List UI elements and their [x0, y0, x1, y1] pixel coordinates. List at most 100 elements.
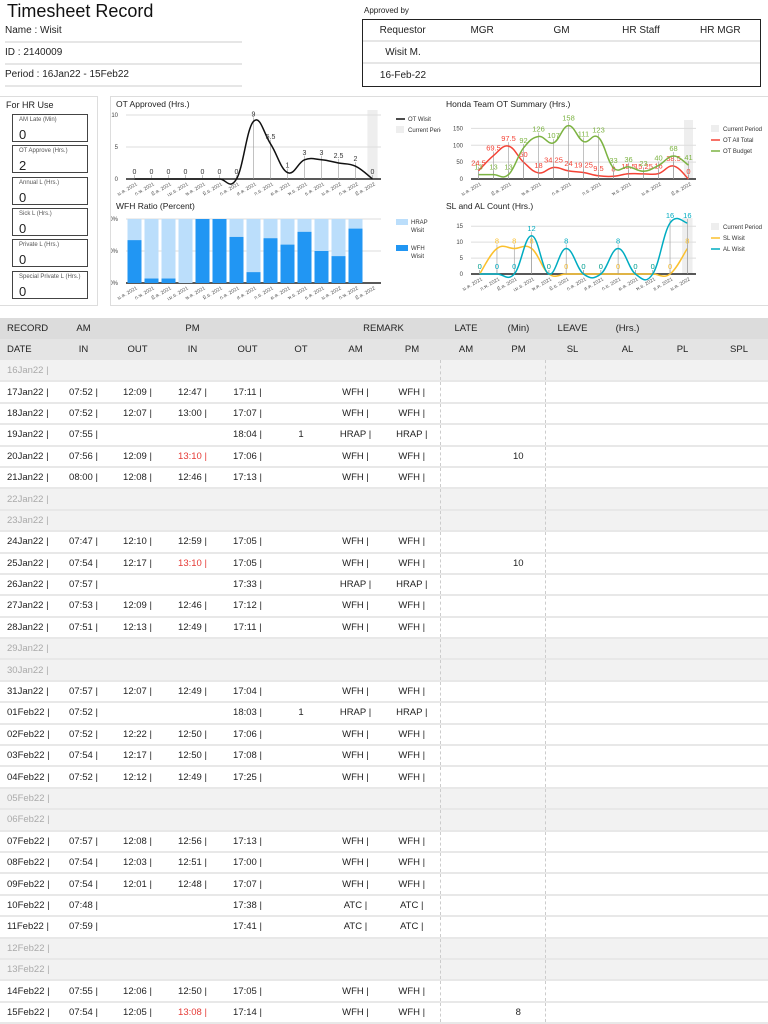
cell-am-out [110, 702, 165, 725]
table-row: 04Feb22 | 07:52 | 12:12 | 12:49 | 17:25 | WFH… [0, 766, 768, 789]
cell-pm-in: 12:48 | [165, 873, 220, 896]
ot-approved-chart: 0510ม.ค. 2021ก.พ. 2021มี.ค. 2021เม.ย. 20… [111, 110, 441, 198]
hr-field[interactable]: Annual L (Hrs.) 0 [12, 176, 88, 205]
cell-rem-pm [384, 659, 441, 682]
x-tick-label: ก.ย. 2021 [581, 181, 603, 197]
cell-pm-out: 17:07 | [220, 402, 275, 426]
hr-field-label: Special Private L (Hrs.) [19, 273, 81, 280]
hr-field[interactable]: Private L (Hrs.) 0 [12, 239, 88, 268]
data-label: 16 [666, 211, 674, 220]
sl-al-chart: 051015ม.ค. 2021ก.พ. 2021มี.ค. 2021เม.ย. … [456, 211, 762, 293]
requestor-date: 16-Feb-22 [379, 69, 427, 81]
y-tick-label: 50 [456, 160, 463, 166]
cell-late-am [440, 424, 492, 447]
cell-spl [710, 488, 768, 511]
cell-am-in [57, 787, 110, 811]
cell-sl [545, 851, 600, 875]
cell-rem-pm: WFH | [384, 381, 441, 404]
cell-rem-pm: WFH | [384, 766, 441, 789]
cell-date: 18Jan22 | [0, 402, 57, 426]
cell-pl [655, 360, 710, 383]
cell-am-in: 07:52 | [57, 723, 110, 747]
hr-field-value: 0 [19, 283, 27, 299]
cell-sl [545, 937, 600, 960]
cell-late-pm [492, 360, 546, 383]
cell-rem-am [327, 509, 384, 533]
cell-am-in: 07:57 | [57, 680, 110, 704]
cell-am-in [57, 937, 110, 960]
data-label: 0 [599, 262, 603, 271]
cell-date: 23Jan22 | [0, 509, 57, 533]
cell-am-out [110, 916, 165, 939]
hr-field-value: 0 [19, 189, 27, 205]
data-label: 41 [684, 153, 692, 162]
cell-rem-am: WFH | [327, 766, 384, 789]
cell-ot [275, 937, 327, 960]
cell-pm-out: 17:06 | [220, 445, 275, 468]
table-row: 13Feb22 | [0, 958, 768, 982]
col-header: IN [165, 339, 220, 360]
cell-pl [655, 809, 710, 832]
cell-am-in [57, 809, 110, 832]
hr-field-label: Annual L (Hrs.) [19, 179, 60, 186]
cell-late-am [440, 595, 492, 618]
cell-date: 27Jan22 | [0, 595, 57, 618]
cell-date: 20Jan22 | [0, 445, 57, 468]
cell-late-pm [492, 680, 546, 704]
cell-rem-pm: WFH | [384, 616, 441, 640]
cell-sl [545, 402, 600, 426]
cell-rem-am: WFH | [327, 531, 384, 554]
cell-am-out: 12:06 | [110, 980, 165, 1003]
cell-late-am [440, 851, 492, 875]
cell-late-am [440, 766, 492, 789]
cell-ot [275, 488, 327, 511]
cell-date: 14Feb22 | [0, 980, 57, 1003]
col-hr-staff: HR Staff [622, 24, 660, 36]
cell-pl [655, 595, 710, 618]
cell-pm-out: 17:14 | [220, 1001, 275, 1024]
hr-field[interactable]: Sick L (Hrs.) 0 [12, 207, 88, 236]
hdr-leave: LEAVE [545, 318, 600, 339]
hr-field[interactable]: Special Private L (Hrs.) 0 [12, 270, 88, 299]
hr-field[interactable]: AM Late (Min) 0 [12, 114, 88, 142]
cell-spl [710, 466, 768, 490]
cell-late-pm [492, 787, 546, 811]
cell-pl [655, 702, 710, 725]
cell-rem-am [327, 638, 384, 661]
cell-pl [655, 680, 710, 704]
data-label: 0 [547, 262, 551, 271]
cell-late-pm [492, 424, 546, 447]
cell-pl [655, 424, 710, 447]
cell-am-in: 07:51 | [57, 616, 110, 640]
cell-late-am [440, 531, 492, 554]
table-row: 21Jan22 | 08:00 | 12:08 | 12:46 | 17:13 | WFH… [0, 466, 768, 490]
cell-sl [545, 1001, 600, 1024]
cell-ot [275, 659, 327, 682]
cell-ot [275, 445, 327, 468]
x-tick-label: ม.ค. 2022 [641, 181, 663, 197]
cell-spl [710, 509, 768, 533]
cell-ot [275, 745, 327, 768]
data-label: 2 [354, 156, 358, 163]
cell-am-in: 07:54 | [57, 1001, 110, 1024]
cell-pm-in: 13:10 | [165, 445, 220, 468]
cell-ot [275, 1001, 327, 1024]
cell-spl [710, 531, 768, 554]
cell-rem-am: ATC | [327, 916, 384, 939]
cell-sl [545, 381, 600, 404]
bar-hrap [144, 219, 159, 279]
cell-pl [655, 466, 710, 490]
cell-al [600, 958, 655, 982]
cell-al [600, 638, 655, 661]
cell-spl [710, 402, 768, 426]
data-label: 13 [474, 163, 482, 172]
cell-late-am [440, 723, 492, 747]
cell-pm-in [165, 937, 220, 960]
cell-am-out: 12:07 | [110, 402, 165, 426]
wfh-ratio-title: WFH Ratio (Percent) [116, 201, 195, 211]
cell-date: 29Jan22 | [0, 638, 57, 661]
y-tick-label: 50% [111, 249, 119, 255]
hr-field[interactable]: OT Approve (Hrs.) 2 [12, 145, 88, 174]
period: Period : 16Jan22 - 15Feb22 [5, 69, 242, 87]
cell-pl [655, 573, 710, 597]
